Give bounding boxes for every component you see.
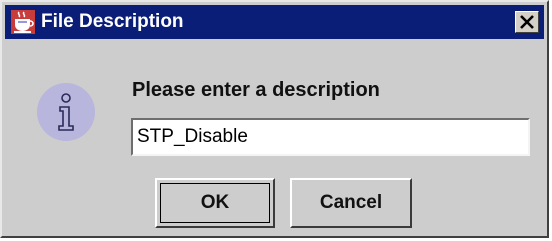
dialog-title: File Description bbox=[41, 11, 184, 32]
close-button[interactable] bbox=[515, 11, 539, 33]
title-bar[interactable]: File Description bbox=[5, 5, 544, 39]
ok-button[interactable]: OK bbox=[155, 178, 275, 228]
prompt-label: Please enter a description bbox=[132, 79, 380, 101]
cancel-button[interactable]: Cancel bbox=[290, 178, 412, 228]
description-input[interactable] bbox=[131, 118, 530, 156]
java-cup-icon bbox=[11, 10, 35, 34]
file-description-dialog: File Description Please enter a descript… bbox=[0, 0, 549, 238]
info-icon bbox=[36, 82, 96, 142]
